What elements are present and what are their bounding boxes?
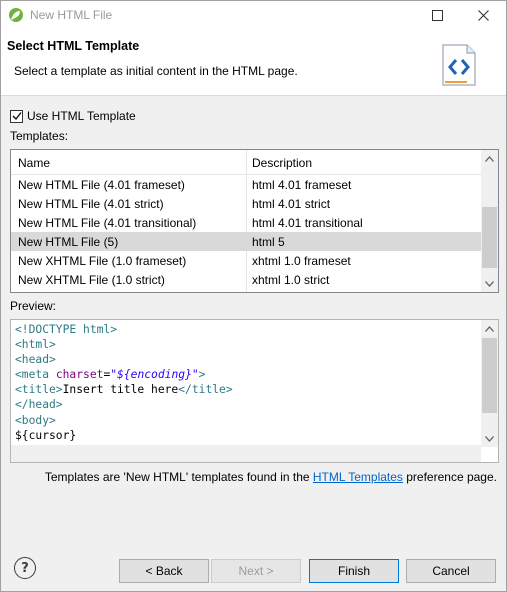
table-row[interactable]: New HTML File (4.01 transitional) html 4… [11,213,481,232]
templates-table[interactable]: Name Description New HTML File (4.01 fra… [10,149,499,293]
chevron-down-icon [485,280,494,287]
back-button[interactable]: < Back [119,559,209,583]
eclipse-leaf-icon [9,8,23,22]
html-file-icon [442,44,476,86]
cancel-button[interactable]: Cancel [406,559,496,583]
close-button[interactable] [460,1,506,30]
code-line: <meta charset="${encoding}"> [15,368,206,382]
table-row[interactable]: New HTML File (4.01 strict) html 4.01 st… [11,194,481,213]
column-header-name[interactable]: Name [18,156,50,170]
template-name: New XHTML File (1.0 strict) [18,273,165,287]
table-row[interactable]: New XHTML File (1.0 strict) xhtml 1.0 st… [11,270,481,289]
wizard-banner: Select HTML Template Select a template a… [1,30,506,96]
scroll-down-button[interactable] [481,430,498,447]
close-icon [477,10,489,21]
footnote-prefix: Templates are 'New HTML' templates found… [44,470,313,484]
code-line: </head> [15,398,63,412]
template-name: New HTML File (4.01 transitional) [18,216,197,230]
html-templates-link[interactable]: HTML Templates [313,470,403,484]
code-line: <title>Insert title here</title> [15,383,233,397]
preview-code: <!DOCTYPE html> <html> <head> <meta charset… [15,322,477,443]
page-title: Select HTML Template [7,39,140,53]
template-description: xhtml 1.0 strict [252,273,330,287]
checkbox-box[interactable] [10,109,23,123]
code-line: <!DOCTYPE html> [15,323,118,336]
chevron-down-icon [485,435,494,442]
page-subtitle: Select a template as initial content in … [14,64,298,78]
template-description: xhtml 1.0 frameset [252,254,351,268]
template-description: html 4.01 frameset [252,178,352,192]
table-rows: New HTML File (4.01 frameset) html 4.01 … [11,175,481,289]
template-name: New HTML File (5) [18,235,119,249]
code-line: <html> [15,338,56,352]
checkmark-icon [12,112,22,121]
scroll-thumb[interactable] [482,207,497,268]
horizontal-scrollbar[interactable] [11,445,481,462]
column-header-description[interactable]: Description [252,156,312,170]
table-row-selected[interactable]: New HTML File (5) html 5 [11,232,481,251]
table-row[interactable]: New HTML File (4.01 frameset) html 4.01 … [11,175,481,194]
code-line: <body> [15,413,56,427]
maximize-button[interactable] [414,1,460,30]
code-line: ${cursor} [15,428,77,442]
next-button[interactable]: Next > [211,559,301,583]
preview-pane[interactable]: <!DOCTYPE html> <html> <head> <meta charset… [10,319,499,463]
finish-button[interactable]: Finish [309,559,399,583]
template-description: html 4.01 strict [252,197,331,211]
chevron-up-icon [485,155,494,162]
code-line: <head> [15,353,56,367]
window-title: New HTML File [30,8,113,22]
scroll-up-button[interactable] [481,150,498,167]
scroll-down-button[interactable] [481,275,498,292]
template-name: New XHTML File (1.0 frameset) [18,254,187,268]
template-name: New HTML File (4.01 frameset) [18,178,185,192]
use-template-checkbox[interactable]: Use HTML Template [10,109,136,123]
scroll-up-button[interactable] [481,320,498,337]
dialog-window: New HTML File Select HTML Template Selec… [0,0,507,592]
use-template-label: Use HTML Template [27,109,136,123]
template-name: New HTML File (4.01 strict) [18,197,164,211]
chevron-up-icon [485,325,494,332]
footnote-suffix: preference page. [402,470,497,484]
scroll-thumb[interactable] [482,338,497,413]
preview-label: Preview: [10,299,57,313]
help-icon: ? [21,560,29,576]
templates-label: Templates: [10,129,69,143]
template-description: html 4.01 transitional [252,216,363,230]
help-button[interactable]: ? [14,557,36,579]
table-row[interactable]: New XHTML File (1.0 frameset) xhtml 1.0 … [11,251,481,270]
template-description: html 5 [252,235,285,249]
title-bar: New HTML File [1,1,506,30]
preview-scrollbar[interactable] [481,320,498,447]
maximize-icon [431,10,443,21]
templates-footnote: Templates are 'New HTML' templates found… [45,470,497,484]
templates-scrollbar[interactable] [481,150,498,292]
